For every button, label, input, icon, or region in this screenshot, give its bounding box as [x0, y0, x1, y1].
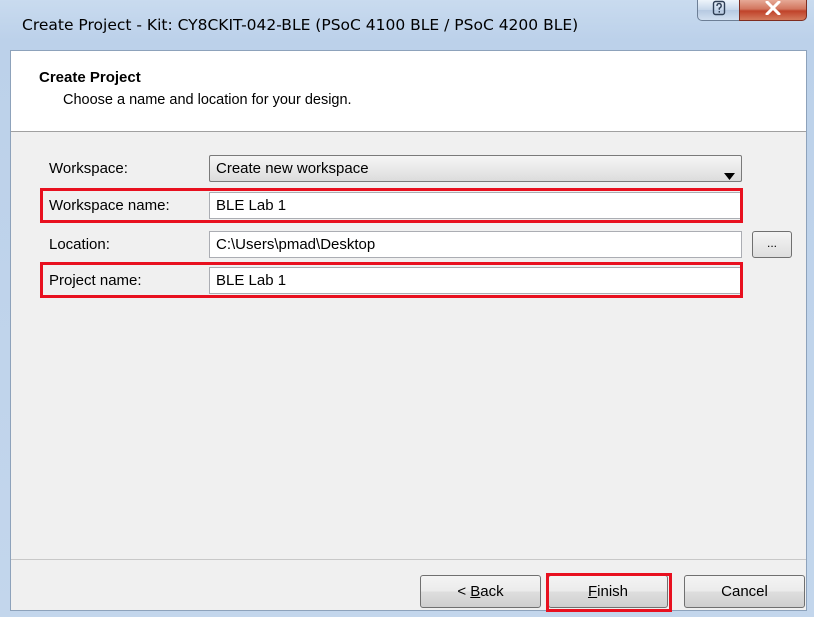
project-name-label: Project name:	[49, 272, 142, 289]
help-button[interactable]	[697, 0, 740, 21]
browse-button[interactable]: ...	[752, 231, 792, 258]
wizard-header: Create Project Choose a name and locatio…	[11, 51, 806, 132]
window-title: Create Project - Kit: CY8CKIT-042-BLE (P…	[22, 16, 579, 34]
workspace-name-label: Workspace name:	[49, 197, 170, 214]
close-button[interactable]	[739, 0, 807, 21]
workspace-dropdown[interactable]: Create new workspace	[209, 155, 742, 182]
location-input[interactable]: C:\Users\pmad\Desktop	[209, 231, 742, 258]
workspace-name-value: BLE Lab 1	[216, 197, 287, 214]
finish-button[interactable]: Finish	[548, 575, 668, 608]
header-subtitle: Choose a name and location for your desi…	[63, 92, 352, 108]
back-prefix: <	[457, 583, 471, 600]
location-label: Location:	[49, 236, 110, 253]
header-title: Create Project	[39, 69, 141, 86]
finish-mnemonic: F	[587, 583, 598, 600]
dropdown-arrow-icon	[724, 167, 735, 184]
dialog-client-area: Create Project Choose a name and locatio…	[10, 50, 807, 612]
back-button[interactable]: < Back	[420, 575, 541, 608]
back-label-rest: ack	[480, 583, 504, 600]
title-bar[interactable]: Create Project - Kit: CY8CKIT-042-BLE (P…	[0, 0, 814, 50]
project-name-input[interactable]: BLE Lab 1	[209, 267, 742, 294]
project-name-value: BLE Lab 1	[216, 272, 287, 289]
dialog-window: Create Project - Kit: CY8CKIT-042-BLE (P…	[0, 0, 814, 617]
finish-label-rest: inish	[597, 583, 629, 600]
cancel-button[interactable]: Cancel	[684, 575, 805, 608]
location-value: C:\Users\pmad\Desktop	[216, 236, 376, 253]
workspace-dropdown-value: Create new workspace	[216, 160, 369, 177]
back-mnemonic: B	[470, 583, 481, 600]
workspace-label: Workspace:	[49, 160, 128, 177]
close-x-icon	[765, 0, 781, 19]
help-question-icon	[711, 0, 727, 20]
wizard-footer: < Back Finish Cancel	[11, 559, 806, 612]
workspace-name-input[interactable]: BLE Lab 1	[209, 192, 742, 219]
